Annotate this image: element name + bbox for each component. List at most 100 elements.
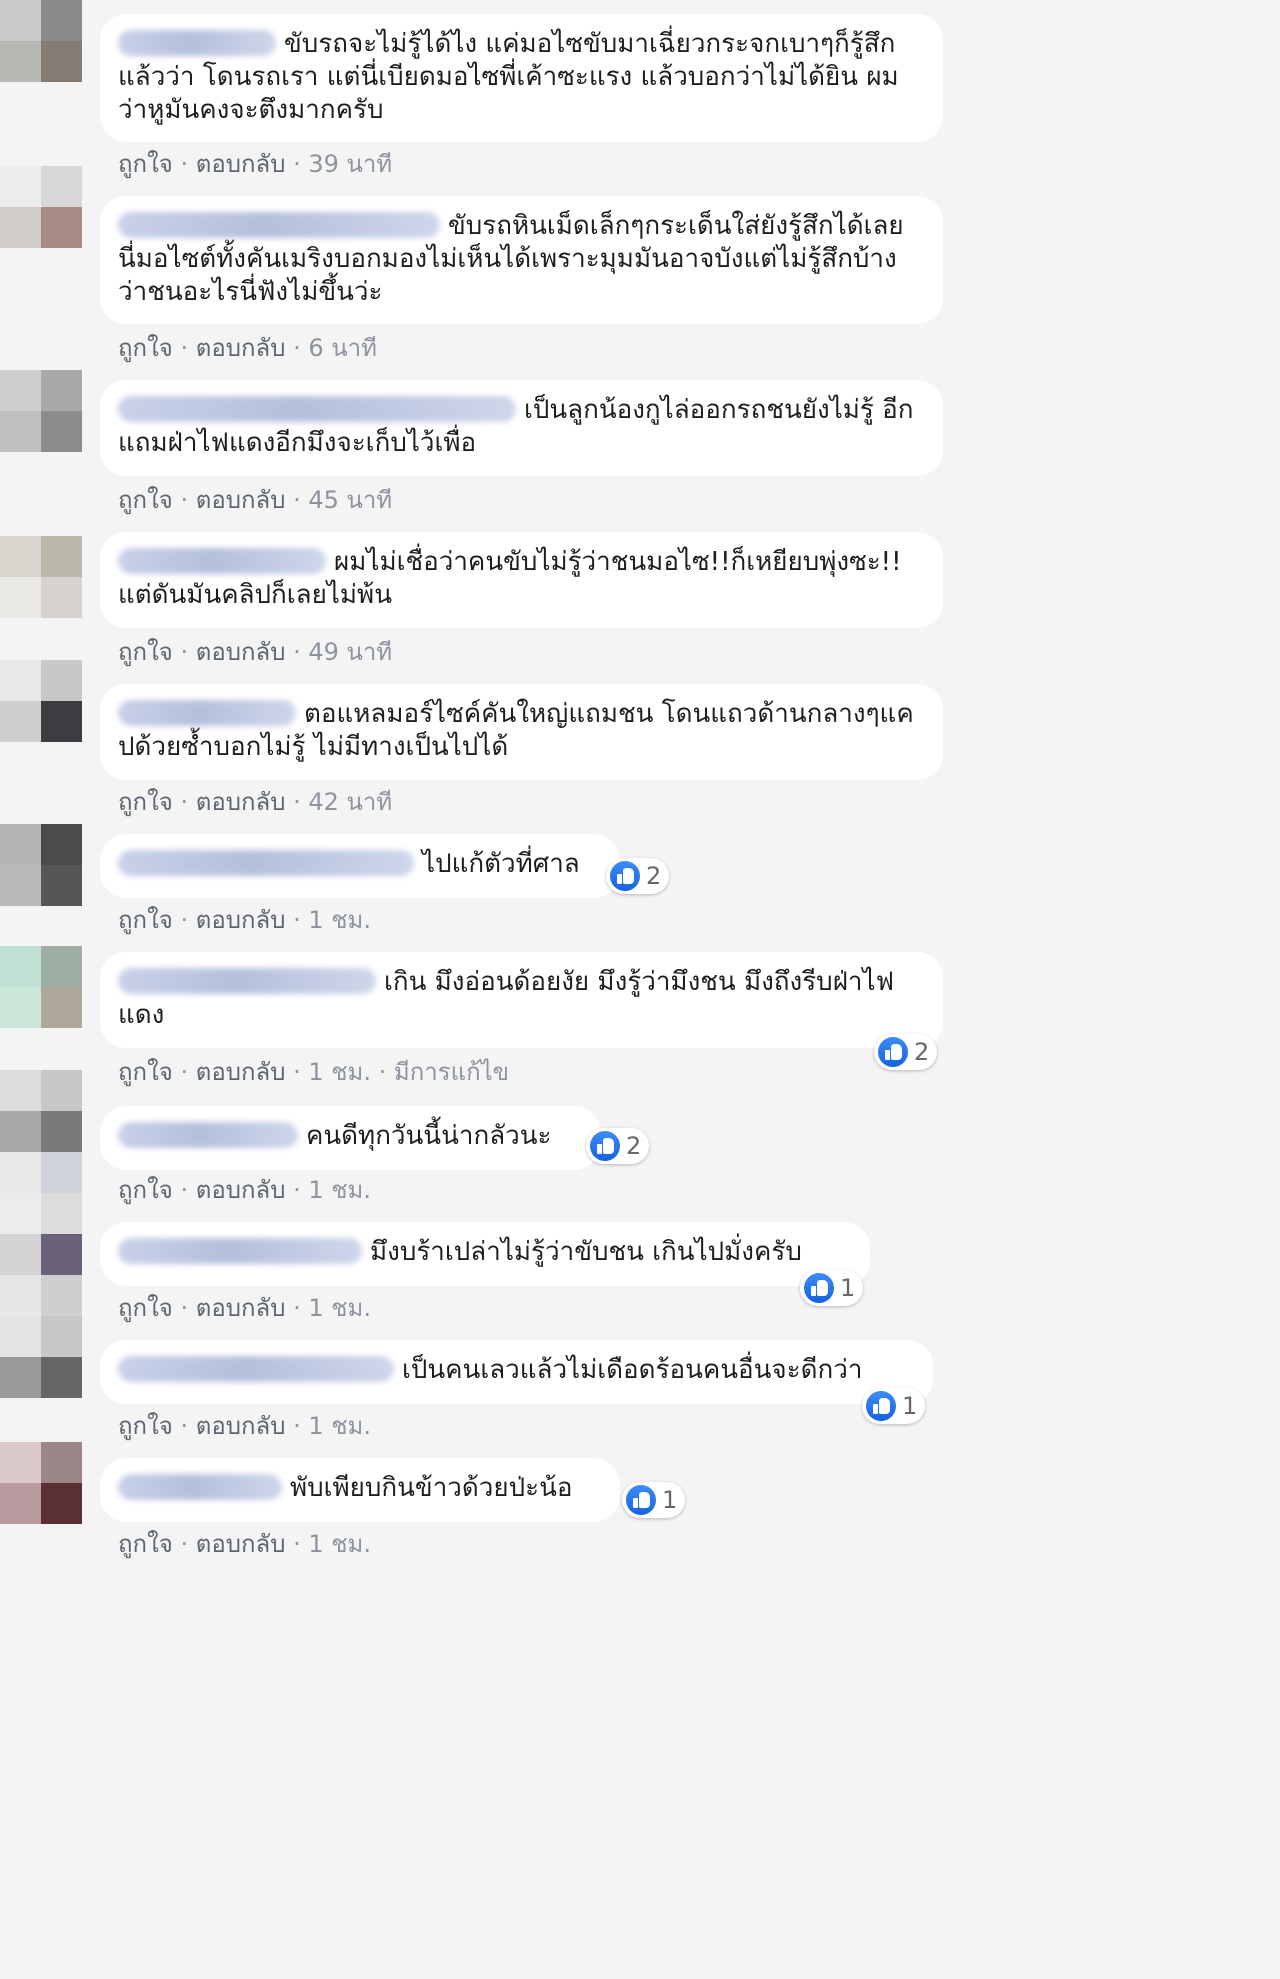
like-icon bbox=[626, 1485, 656, 1515]
reaction-count: 1 bbox=[662, 1486, 678, 1514]
avatar[interactable] bbox=[0, 166, 82, 248]
comment-text: พับเพียบกินข้าวด้วยป่ะน้อ bbox=[290, 1473, 573, 1503]
timestamp[interactable]: 1 ชม. bbox=[308, 1412, 371, 1440]
reply-link[interactable]: ตอบกลับ bbox=[196, 334, 286, 362]
commenter-name[interactable] bbox=[118, 1122, 298, 1148]
avatar[interactable] bbox=[0, 1152, 82, 1234]
reply-link[interactable]: ตอบกลับ bbox=[196, 486, 286, 514]
comment-bubble: มึงบร้าเปล่าไม่รู้ว่าขับชน เกินไปมั่งครั… bbox=[100, 1222, 870, 1286]
commenter-name[interactable] bbox=[118, 850, 414, 876]
reaction-count: 2 bbox=[626, 1132, 642, 1160]
reply-link[interactable]: ตอบกลับ bbox=[196, 1058, 286, 1086]
comment-bubble: ขับรถหินเม็ดเล็กๆกระเด็นใส่ยังรู้สึกได้เ… bbox=[100, 196, 943, 324]
comment-meta: ถูกใจ · ตอบกลับ · 1 ชม. · มีการแก้ไข bbox=[118, 1058, 510, 1086]
comment-meta: ถูกใจ · ตอบกลับ · 1 ชม. bbox=[118, 1530, 371, 1558]
reply-link[interactable]: ตอบกลับ bbox=[196, 1294, 286, 1322]
timestamp[interactable]: 1 ชม. bbox=[308, 1176, 371, 1204]
commenter-name[interactable] bbox=[118, 396, 516, 422]
like-icon bbox=[804, 1273, 834, 1303]
comment-meta: ถูกใจ · ตอบกลับ · 45 นาที bbox=[118, 486, 393, 514]
timestamp[interactable]: 1 ชม. bbox=[308, 906, 371, 934]
reaction-count: 2 bbox=[646, 862, 662, 890]
avatar[interactable] bbox=[0, 824, 82, 906]
comment-bubble: ไปแก้ตัวที่ศาล bbox=[100, 834, 620, 898]
reply-link[interactable]: ตอบกลับ bbox=[196, 1176, 286, 1204]
timestamp[interactable]: 1 ชม. bbox=[308, 1058, 371, 1086]
comment-bubble: เป็นคนเลวแล้วไม่เดือดร้อนคนอื่นจะดีกว่า bbox=[100, 1340, 933, 1404]
like-reaction[interactable]: 2 bbox=[586, 1128, 650, 1164]
timestamp[interactable]: 6 นาที bbox=[308, 334, 377, 362]
reply-link[interactable]: ตอบกลับ bbox=[196, 1412, 286, 1440]
comment-bubble: เป็นลูกน้องกูไล่ออกรถชนยังไม่รู้ อีกแถมฝ… bbox=[100, 380, 943, 476]
commenter-name[interactable] bbox=[118, 1238, 362, 1264]
timestamp[interactable]: 1 ชม. bbox=[308, 1294, 371, 1322]
like-link[interactable]: ถูกใจ bbox=[118, 1412, 173, 1440]
comment-meta: ถูกใจ · ตอบกลับ · 1 ชม. bbox=[118, 1412, 371, 1440]
comment-meta: ถูกใจ · ตอบกลับ · 6 นาที bbox=[118, 334, 377, 362]
avatar[interactable] bbox=[0, 1442, 82, 1524]
commenter-name[interactable] bbox=[118, 548, 326, 574]
avatar[interactable] bbox=[0, 946, 82, 1028]
reply-link[interactable]: ตอบกลับ bbox=[196, 906, 286, 934]
comment-bubble: เกิน มึงอ่อนด้อยงัย มึงรู้ว่ามึงชน มึงถึ… bbox=[100, 952, 943, 1048]
comment-bubble: พับเพียบกินข้าวด้วยป่ะน้อ bbox=[100, 1458, 620, 1522]
like-link[interactable]: ถูกใจ bbox=[118, 334, 173, 362]
avatar[interactable] bbox=[0, 660, 82, 742]
commenter-name[interactable] bbox=[118, 30, 276, 56]
comment-bubble: ขับรถจะไม่รู้ได้ไง แค่มอไซขับมาเฉี่ยวกระ… bbox=[100, 14, 943, 142]
like-icon bbox=[590, 1131, 620, 1161]
like-reaction[interactable]: 2 bbox=[874, 1034, 938, 1070]
timestamp[interactable]: 42 นาที bbox=[308, 788, 392, 816]
like-link[interactable]: ถูกใจ bbox=[118, 788, 173, 816]
reaction-count: 1 bbox=[840, 1274, 856, 1302]
comment-bubble: ตอแหลมอร์ไซค์คันใหญ่แถมชน โดนแถวด้านกลาง… bbox=[100, 684, 943, 780]
like-link[interactable]: ถูกใจ bbox=[118, 486, 173, 514]
comment-text: เป็นคนเลวแล้วไม่เดือดร้อนคนอื่นจะดีกว่า bbox=[402, 1355, 863, 1385]
commenter-name[interactable] bbox=[118, 212, 440, 238]
comment-text: คนดีทุกวันนี้น่ากลัวนะ bbox=[306, 1121, 552, 1151]
avatar[interactable] bbox=[0, 1070, 82, 1152]
like-icon bbox=[866, 1391, 896, 1421]
like-link[interactable]: ถูกใจ bbox=[118, 1530, 173, 1558]
like-link[interactable]: ถูกใจ bbox=[118, 1058, 173, 1086]
like-link[interactable]: ถูกใจ bbox=[118, 1176, 173, 1204]
timestamp[interactable]: 1 ชม. bbox=[308, 1530, 371, 1558]
like-icon bbox=[878, 1037, 908, 1067]
comment-bubble: คนดีทุกวันนี้น่ากลัวนะ bbox=[100, 1106, 600, 1170]
edited-label[interactable]: มีการแก้ไข bbox=[394, 1058, 509, 1086]
comment-meta: ถูกใจ · ตอบกลับ · 42 นาที bbox=[118, 788, 393, 816]
reaction-count: 2 bbox=[914, 1038, 930, 1066]
avatar[interactable] bbox=[0, 0, 82, 82]
like-reaction[interactable]: 1 bbox=[862, 1388, 926, 1424]
comment-meta: ถูกใจ · ตอบกลับ · 49 นาที bbox=[118, 638, 393, 666]
commenter-name[interactable] bbox=[118, 1474, 282, 1500]
comment-text: ไปแก้ตัวที่ศาล bbox=[422, 849, 580, 879]
like-link[interactable]: ถูกใจ bbox=[118, 638, 173, 666]
timestamp[interactable]: 49 นาที bbox=[308, 638, 392, 666]
like-reaction[interactable]: 2 bbox=[606, 858, 670, 894]
comment-text: มึงบร้าเปล่าไม่รู้ว่าขับชน เกินไปมั่งครั… bbox=[370, 1237, 802, 1267]
like-link[interactable]: ถูกใจ bbox=[118, 150, 173, 178]
commenter-name[interactable] bbox=[118, 700, 296, 726]
like-reaction[interactable]: 1 bbox=[622, 1482, 686, 1518]
timestamp[interactable]: 39 นาที bbox=[308, 150, 392, 178]
avatar[interactable] bbox=[0, 370, 82, 452]
commenter-name[interactable] bbox=[118, 1356, 394, 1382]
comment-meta: ถูกใจ · ตอบกลับ · 39 นาที bbox=[118, 150, 393, 178]
reply-link[interactable]: ตอบกลับ bbox=[196, 638, 286, 666]
avatar[interactable] bbox=[0, 1316, 82, 1398]
reply-link[interactable]: ตอบกลับ bbox=[196, 150, 286, 178]
comment-meta: ถูกใจ · ตอบกลับ · 1 ชม. bbox=[118, 1294, 371, 1322]
timestamp[interactable]: 45 นาที bbox=[308, 486, 392, 514]
reply-link[interactable]: ตอบกลับ bbox=[196, 788, 286, 816]
reply-link[interactable]: ตอบกลับ bbox=[196, 1530, 286, 1558]
commenter-name[interactable] bbox=[118, 968, 376, 994]
comment-meta: ถูกใจ · ตอบกลับ · 1 ชม. bbox=[118, 906, 371, 934]
comment-meta: ถูกใจ · ตอบกลับ · 1 ชม. bbox=[118, 1176, 371, 1204]
like-reaction[interactable]: 1 bbox=[800, 1270, 864, 1306]
avatar[interactable] bbox=[0, 1234, 82, 1316]
avatar[interactable] bbox=[0, 536, 82, 618]
like-link[interactable]: ถูกใจ bbox=[118, 906, 173, 934]
comment-bubble: ผมไม่เชื่อว่าคนขับไม่รู้ว่าชนมอไซ!!ก็เหย… bbox=[100, 532, 943, 628]
like-link[interactable]: ถูกใจ bbox=[118, 1294, 173, 1322]
